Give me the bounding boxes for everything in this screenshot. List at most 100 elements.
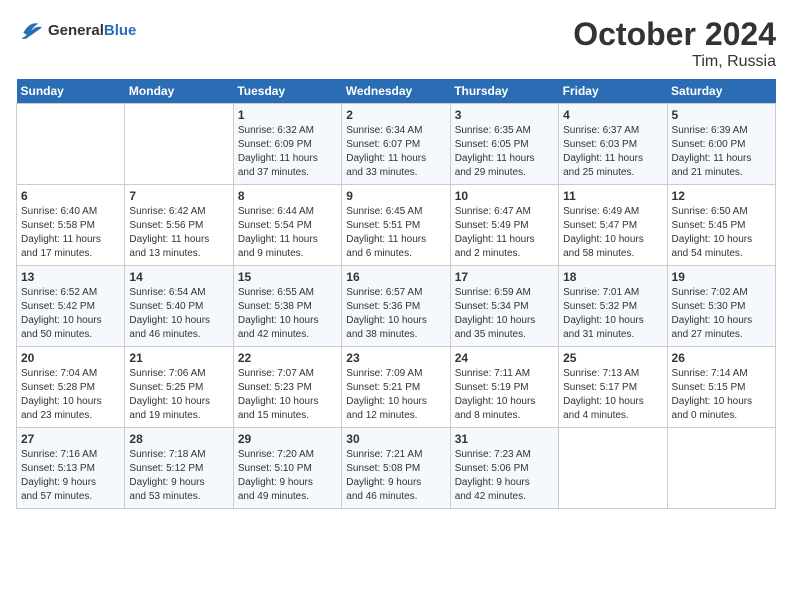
- day-info: Sunrise: 7:21 AM Sunset: 5:08 PM Dayligh…: [346, 448, 445, 504]
- day-info: Sunrise: 7:02 AM Sunset: 5:30 PM Dayligh…: [672, 286, 771, 342]
- calendar-cell: 21Sunrise: 7:06 AM Sunset: 5:25 PM Dayli…: [125, 347, 233, 428]
- weekday-header-sunday: Sunday: [17, 79, 125, 104]
- day-info: Sunrise: 6:37 AM Sunset: 6:03 PM Dayligh…: [563, 124, 662, 180]
- day-info: Sunrise: 6:44 AM Sunset: 5:54 PM Dayligh…: [238, 205, 337, 261]
- calendar-week-4: 20 Sunrise: 7:04 AM Sunset: 5:28 PM Dayli…: [17, 347, 776, 428]
- weekday-header-thursday: Thursday: [450, 79, 558, 104]
- calendar-table: SundayMondayTuesdayWednesdayThursdayFrid…: [16, 79, 776, 509]
- day-info: Sunrise: 6:45 AM Sunset: 5:51 PM Dayligh…: [346, 205, 445, 261]
- day-info: Sunrise: 7:18 AM Sunset: 5:12 PM Dayligh…: [129, 448, 228, 504]
- day-number: 2: [346, 108, 445, 122]
- day-info: Sunrise: 6:42 AM Sunset: 5:56 PM Dayligh…: [129, 205, 228, 261]
- calendar-cell: 30 Sunrise: 7:21 AM Sunset: 5:08 PM Dayli…: [342, 428, 450, 509]
- calendar-cell: 20 Sunrise: 7:04 AM Sunset: 5:28 PM Dayli…: [17, 347, 125, 428]
- calendar-cell: 8 Sunrise: 6:44 AM Sunset: 5:54 PM Daylig…: [233, 185, 341, 266]
- logo: GeneralBlue: [16, 16, 136, 44]
- day-number: 7: [129, 189, 228, 203]
- day-number: 13: [21, 270, 120, 284]
- day-info: Sunrise: 6:39 AM Sunset: 6:00 PM Dayligh…: [672, 124, 771, 180]
- weekday-header-tuesday: Tuesday: [233, 79, 341, 104]
- page-header: GeneralBlue October 2024 Tim, Russia: [16, 16, 776, 71]
- day-info: Sunrise: 7:04 AM Sunset: 5:28 PM Dayligh…: [21, 367, 120, 423]
- day-number: 10: [455, 189, 554, 203]
- weekday-header-friday: Friday: [559, 79, 667, 104]
- day-number: 6: [21, 189, 120, 203]
- day-info: Sunrise: 7:23 AM Sunset: 5:06 PM Dayligh…: [455, 448, 554, 504]
- calendar-cell: 5 Sunrise: 6:39 AM Sunset: 6:00 PM Daylig…: [667, 104, 775, 185]
- day-number: 22: [238, 351, 337, 365]
- calendar-week-1: 1 Sunrise: 6:32 AM Sunset: 6:09 PM Daylig…: [17, 104, 776, 185]
- weekday-header-saturday: Saturday: [667, 79, 775, 104]
- day-number: 15: [238, 270, 337, 284]
- day-info: Sunrise: 6:32 AM Sunset: 6:09 PM Dayligh…: [238, 124, 337, 180]
- day-number: 14: [129, 270, 228, 284]
- calendar-cell: 13 Sunrise: 6:52 AM Sunset: 5:42 PM Dayli…: [17, 266, 125, 347]
- page-subtitle: Tim, Russia: [573, 53, 776, 71]
- day-info: Sunrise: 6:47 AM Sunset: 5:49 PM Dayligh…: [455, 205, 554, 261]
- calendar-cell: 12 Sunrise: 6:50 AM Sunset: 5:45 PM Dayli…: [667, 185, 775, 266]
- day-info: Sunrise: 6:34 AM Sunset: 6:07 PM Dayligh…: [346, 124, 445, 180]
- calendar-cell: [667, 428, 775, 509]
- calendar-cell: 7 Sunrise: 6:42 AM Sunset: 5:56 PM Daylig…: [125, 185, 233, 266]
- day-info: Sunrise: 6:54 AM Sunset: 5:40 PM Dayligh…: [129, 286, 228, 342]
- calendar-cell: [125, 104, 233, 185]
- day-info: Sunrise: 6:49 AM Sunset: 5:47 PM Dayligh…: [563, 205, 662, 261]
- calendar-cell: 4 Sunrise: 6:37 AM Sunset: 6:03 PM Daylig…: [559, 104, 667, 185]
- day-number: 29: [238, 432, 337, 446]
- logo-text: GeneralBlue: [48, 22, 136, 39]
- day-info: Sunrise: 7:13 AM Sunset: 5:17 PM Dayligh…: [563, 367, 662, 423]
- weekday-header-row: SundayMondayTuesdayWednesdayThursdayFrid…: [17, 79, 776, 104]
- day-number: 1: [238, 108, 337, 122]
- day-info: Sunrise: 7:09 AM Sunset: 5:21 PM Dayligh…: [346, 367, 445, 423]
- calendar-cell: 14 Sunrise: 6:54 AM Sunset: 5:40 PM Dayli…: [125, 266, 233, 347]
- calendar-cell: 29Sunrise: 7:20 AM Sunset: 5:10 PM Dayli…: [233, 428, 341, 509]
- day-info: Sunrise: 6:57 AM Sunset: 5:36 PM Dayligh…: [346, 286, 445, 342]
- day-number: 5: [672, 108, 771, 122]
- calendar-cell: 11 Sunrise: 6:49 AM Sunset: 5:47 PM Dayli…: [559, 185, 667, 266]
- title-block: October 2024 Tim, Russia: [573, 16, 776, 71]
- calendar-cell: 3 Sunrise: 6:35 AM Sunset: 6:05 PM Daylig…: [450, 104, 558, 185]
- day-number: 3: [455, 108, 554, 122]
- calendar-cell: 25 Sunrise: 7:13 AM Sunset: 5:17 PM Dayli…: [559, 347, 667, 428]
- page-title: October 2024: [573, 16, 776, 53]
- calendar-cell: 19 Sunrise: 7:02 AM Sunset: 5:30 PM Dayli…: [667, 266, 775, 347]
- calendar-week-3: 13 Sunrise: 6:52 AM Sunset: 5:42 PM Dayli…: [17, 266, 776, 347]
- day-number: 12: [672, 189, 771, 203]
- calendar-cell: 6 Sunrise: 6:40 AM Sunset: 5:58 PM Daylig…: [17, 185, 125, 266]
- calendar-cell: 18Sunrise: 7:01 AM Sunset: 5:32 PM Dayli…: [559, 266, 667, 347]
- day-info: Sunrise: 6:59 AM Sunset: 5:34 PM Dayligh…: [455, 286, 554, 342]
- day-number: 27: [21, 432, 120, 446]
- calendar-cell: 31 Sunrise: 7:23 AM Sunset: 5:06 PM Dayli…: [450, 428, 558, 509]
- day-number: 23: [346, 351, 445, 365]
- day-number: 28: [129, 432, 228, 446]
- day-number: 9: [346, 189, 445, 203]
- day-number: 30: [346, 432, 445, 446]
- calendar-week-2: 6 Sunrise: 6:40 AM Sunset: 5:58 PM Daylig…: [17, 185, 776, 266]
- day-number: 31: [455, 432, 554, 446]
- day-info: Sunrise: 7:11 AM Sunset: 5:19 PM Dayligh…: [455, 367, 554, 423]
- day-info: Sunrise: 7:14 AM Sunset: 5:15 PM Dayligh…: [672, 367, 771, 423]
- calendar-cell: 26Sunrise: 7:14 AM Sunset: 5:15 PM Dayli…: [667, 347, 775, 428]
- calendar-cell: 17Sunrise: 6:59 AM Sunset: 5:34 PM Dayli…: [450, 266, 558, 347]
- calendar-cell: 23 Sunrise: 7:09 AM Sunset: 5:21 PM Dayli…: [342, 347, 450, 428]
- calendar-cell: 15Sunrise: 6:55 AM Sunset: 5:38 PM Dayli…: [233, 266, 341, 347]
- day-number: 25: [563, 351, 662, 365]
- day-number: 20: [21, 351, 120, 365]
- day-number: 19: [672, 270, 771, 284]
- day-number: 4: [563, 108, 662, 122]
- weekday-header-wednesday: Wednesday: [342, 79, 450, 104]
- day-number: 8: [238, 189, 337, 203]
- day-info: Sunrise: 7:01 AM Sunset: 5:32 PM Dayligh…: [563, 286, 662, 342]
- day-info: Sunrise: 6:40 AM Sunset: 5:58 PM Dayligh…: [21, 205, 120, 261]
- calendar-cell: 9 Sunrise: 6:45 AM Sunset: 5:51 PM Daylig…: [342, 185, 450, 266]
- calendar-cell: 2 Sunrise: 6:34 AM Sunset: 6:07 PM Daylig…: [342, 104, 450, 185]
- day-number: 11: [563, 189, 662, 203]
- day-number: 16: [346, 270, 445, 284]
- day-number: 21: [129, 351, 228, 365]
- day-info: Sunrise: 7:16 AM Sunset: 5:13 PM Dayligh…: [21, 448, 120, 504]
- day-info: Sunrise: 6:50 AM Sunset: 5:45 PM Dayligh…: [672, 205, 771, 261]
- day-info: Sunrise: 7:07 AM Sunset: 5:23 PM Dayligh…: [238, 367, 337, 423]
- day-info: Sunrise: 6:52 AM Sunset: 5:42 PM Dayligh…: [21, 286, 120, 342]
- calendar-cell: [17, 104, 125, 185]
- day-info: Sunrise: 6:35 AM Sunset: 6:05 PM Dayligh…: [455, 124, 554, 180]
